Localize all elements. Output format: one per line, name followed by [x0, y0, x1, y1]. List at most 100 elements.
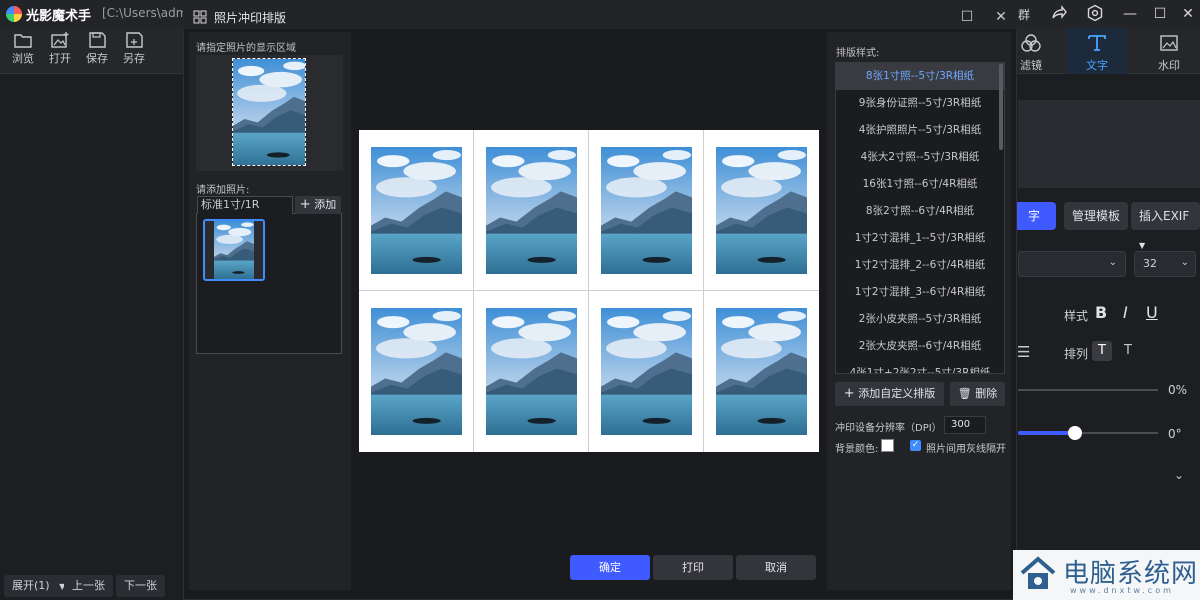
font-family-select[interactable]: ⌄ [1018, 251, 1126, 277]
prev-button[interactable]: 上一张 [64, 575, 113, 597]
top-right-text: 群 [1018, 8, 1031, 22]
photo-thumbnail[interactable] [203, 219, 265, 281]
save-as-button[interactable]: 另存 [119, 32, 149, 66]
tab-text[interactable]: 文字 [1067, 28, 1127, 74]
expand-label: 展开(1) [12, 579, 50, 592]
plus-icon: + [843, 386, 855, 401]
photo-cell [359, 291, 474, 452]
text-horizontal-icon[interactable]: T [1092, 341, 1112, 361]
crop-frame[interactable] [232, 58, 306, 166]
chevron-down-icon: ⌄ [1180, 257, 1189, 268]
confirm-button[interactable]: 确定 [570, 555, 650, 580]
dropdown-arrow-icon: ▼ [1139, 241, 1146, 250]
bg-color-label: 背景颜色: [835, 444, 879, 455]
manage-template-button[interactable]: 管理模板 [1064, 202, 1129, 230]
watermark-text: 电脑系统网 [1063, 559, 1199, 589]
list-scrollbar[interactable] [999, 64, 1003, 150]
style-label: 样式 [1064, 309, 1089, 323]
layout-list-item[interactable]: 4张护照照片--5寸/3R相纸 [836, 117, 1004, 144]
dpi-input[interactable]: 300 [944, 416, 986, 434]
dialog-close-icon[interactable]: ✕ [992, 8, 1010, 26]
layout-style-list[interactable]: 8张1寸照--5寸/3R相纸 9张身份证照--5寸/3R相纸 4张护照照片--5寸/… [835, 62, 1005, 374]
insert-exif-label: 插入EXIF [1139, 209, 1190, 223]
photo-cell [704, 291, 819, 452]
expand-button[interactable]: 展开(1) ▼ [4, 575, 74, 597]
tab-standard-1inch[interactable]: 标准1寸/1R [197, 196, 293, 214]
layout-list-item[interactable]: 4张1寸+2张2寸--5寸/3R相纸 [836, 360, 1004, 373]
close-icon[interactable]: ✕ [1178, 4, 1198, 24]
underline-icon[interactable]: U [1146, 303, 1158, 322]
minimize-icon[interactable]: — [1120, 4, 1140, 24]
share-icon[interactable] [1050, 4, 1070, 24]
tab-text-label: 文字 [1086, 59, 1108, 72]
maximize-icon[interactable]: ☐ [1150, 4, 1170, 24]
layout-list-item[interactable]: 1寸2寸混排_2--6寸/4R相纸 [836, 252, 1004, 279]
save-as-icon [126, 32, 143, 48]
layout-list-item[interactable]: 9张身份证照--5寸/3R相纸 [836, 90, 1004, 117]
photo-cell [474, 130, 589, 291]
add-text-button[interactable]: 字 [1012, 202, 1056, 230]
dialog-maximize-icon[interactable]: ☐ [958, 8, 976, 26]
dialog-title-bar[interactable] [183, 5, 1017, 29]
italic-icon[interactable]: I [1123, 303, 1128, 322]
photo-cell [589, 291, 704, 452]
tab-watermark[interactable]: 水印 [1139, 28, 1199, 74]
layout-list-item[interactable]: 8张2寸照--6寸/4R相纸 [836, 198, 1004, 225]
photo-cell [589, 130, 704, 291]
grid-layout-icon [193, 10, 207, 24]
next-button[interactable]: 下一张 [116, 575, 165, 597]
text-preview-area[interactable] [1018, 100, 1200, 188]
landscape-photo [716, 147, 807, 274]
landscape-photo [601, 308, 692, 435]
view-area-label: 请指定照片的显示区域 [196, 43, 296, 54]
landscape-photo [486, 147, 577, 274]
opacity-value: 0% [1168, 383, 1188, 397]
layout-list-item[interactable]: 16张1寸照--6寸/4R相纸 [836, 171, 1004, 198]
layout-list-item[interactable]: 1寸2寸混排_1--5寸/3R相纸 [836, 225, 1004, 252]
landscape-photo [371, 147, 462, 274]
cancel-button[interactable]: 取消 [736, 555, 816, 580]
landscape-photo [716, 308, 807, 435]
dpi-label: 冲印设备分辨率（DPI） [835, 423, 942, 434]
gray-line-label: 照片间用灰线隔开 [926, 444, 1006, 455]
insert-exif-button[interactable]: 插入EXIF ▼ [1131, 202, 1200, 250]
add-photo-label: 请添加照片: [196, 185, 250, 196]
layout-list-item[interactable]: 2张大皮夹照--6寸/4R相纸 [836, 333, 1004, 360]
bg-color-swatch[interactable] [881, 439, 894, 452]
open-label: 打开 [49, 52, 71, 65]
rotation-slider-track[interactable] [1074, 432, 1158, 434]
layout-list-item[interactable]: 2张小皮夹照--5寸/3R相纸 [836, 306, 1004, 333]
settings-icon[interactable] [1086, 4, 1106, 24]
add-custom-layout-button[interactable]: + 添加自定义排版 [835, 382, 944, 406]
add-photo-button[interactable]: + 添加 [295, 196, 341, 214]
font-size-select[interactable]: 32 ⌄ [1134, 251, 1196, 277]
font-size-value: 32 [1143, 257, 1157, 270]
watermark-url: www.dnxtw.com [1070, 586, 1174, 595]
layout-list-item[interactable]: 8张1寸照--5寸/3R相纸 [836, 63, 1004, 90]
photo-cell [359, 130, 474, 291]
delete-layout-button[interactable]: 🗑 删除 [950, 382, 1005, 406]
layout-list-item[interactable]: 4张大2寸照--5寸/3R相纸 [836, 144, 1004, 171]
app-logo-icon [6, 6, 22, 22]
delete-layout-label: 删除 [975, 387, 998, 400]
landscape-photo [486, 308, 577, 435]
print-button[interactable]: 打印 [653, 555, 733, 580]
open-button[interactable]: 打开 [45, 32, 75, 66]
opacity-track[interactable] [1018, 389, 1158, 391]
layout-list-item[interactable]: 1寸2寸混排_3--6寸/4R相纸 [836, 279, 1004, 306]
landscape-photo [601, 147, 692, 274]
gray-line-checkbox[interactable]: ✓ [910, 440, 921, 451]
add-custom-layout-label: 添加自定义排版 [858, 387, 936, 400]
browse-button[interactable]: 浏览 [8, 32, 38, 66]
align-icon[interactable]: ☰ [1017, 343, 1030, 361]
expand-chevron-icon[interactable]: ⌄ [1174, 468, 1184, 482]
bold-icon[interactable]: B [1095, 303, 1107, 322]
text-vertical-icon[interactable]: T [1118, 341, 1138, 361]
print-sheet [359, 130, 819, 452]
rotation-slider-handle[interactable] [1068, 426, 1082, 440]
browse-label: 浏览 [12, 52, 34, 65]
rotation-value: 0° [1168, 427, 1182, 441]
open-image-icon [51, 32, 69, 48]
save-button[interactable]: 保存 [82, 32, 112, 66]
arrange-label: 排列 [1064, 347, 1089, 361]
